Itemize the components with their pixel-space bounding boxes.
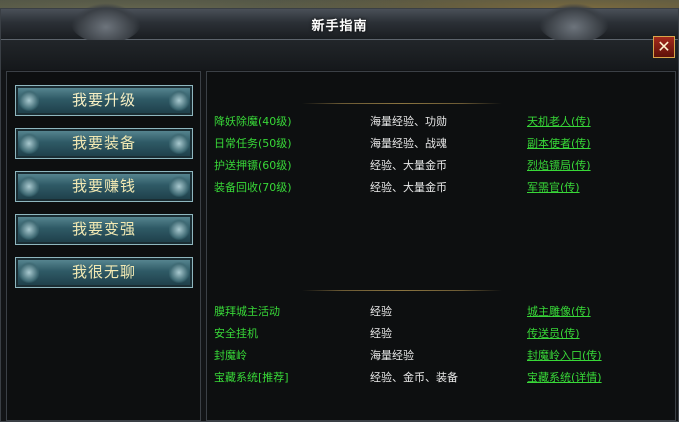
- npc-link[interactable]: 传送员(传): [527, 325, 580, 341]
- window-title: 新手指南: [311, 19, 368, 34]
- npc-link[interactable]: 封魔岭入口(传): [527, 347, 602, 363]
- activity-name: 护送押镖(60级): [214, 159, 292, 172]
- header-bar: [1, 40, 678, 70]
- activity-name: 日常任务(50级): [214, 137, 292, 150]
- npc-link[interactable]: 副本使者(传): [527, 135, 591, 151]
- list-item: 护送押镖(60级) 经验、大量金币 烈焰镖局(传): [207, 157, 677, 177]
- npc-link[interactable]: 军需官(传): [527, 179, 580, 195]
- activity-name: 安全挂机: [214, 327, 258, 340]
- content-panel: 降妖除魔(40级) 海量经验、功勋 天机老人(传) 日常任务(50级) 海量经验…: [206, 71, 676, 421]
- list-item: 封魔岭 海量经验 封魔岭入口(传): [207, 347, 677, 367]
- activity-name: 膜拜城主活动: [214, 305, 280, 318]
- menu-button-equipment[interactable]: 我要装备: [15, 128, 193, 159]
- menu-panel: 我要升级 我要装备 我要赚钱 我要变强 我很无聊: [6, 71, 201, 421]
- list-item: 装备回收(70级) 经验、大量金币 军需官(传): [207, 179, 677, 199]
- npc-link[interactable]: 天机老人(传): [527, 113, 591, 129]
- activity-reward: 经验: [370, 327, 392, 340]
- activity-name: 封魔岭: [214, 349, 247, 362]
- activity-reward: 海量经验、战魂: [370, 137, 447, 150]
- activity-reward: 海量经验、功勋: [370, 115, 447, 128]
- activity-name: 降妖除魔(40级): [214, 115, 292, 128]
- activity-reward: 经验、大量金币: [370, 181, 447, 194]
- activity-reward: 海量经验: [370, 349, 414, 362]
- section-divider: [302, 290, 502, 291]
- npc-link[interactable]: 烈焰镖局(传): [527, 157, 591, 173]
- section-divider: [302, 103, 502, 104]
- activity-reward: 经验: [370, 305, 392, 318]
- activity-reward: 经验、金币、装备: [370, 371, 458, 384]
- list-item: 降妖除魔(40级) 海量经验、功勋 天机老人(传): [207, 113, 677, 133]
- npc-link[interactable]: 宝藏系统(详情): [527, 369, 602, 385]
- list-item: 宝藏系统[推荐] 经验、金币、装备 宝藏系统(详情): [207, 369, 677, 389]
- activity-name: 装备回收(70级): [214, 181, 292, 194]
- guide-window: 新手指南 ✕ 我要升级 我要装备 我要赚钱 我要变强 我很无聊 降妖除魔(40级…: [0, 3, 679, 422]
- activity-name: 宝藏系统[推荐]: [214, 371, 289, 384]
- activity-reward: 经验、大量金币: [370, 159, 447, 172]
- menu-button-earn-money[interactable]: 我要赚钱: [15, 171, 193, 202]
- list-item: 安全挂机 经验 传送员(传): [207, 325, 677, 345]
- menu-button-bored[interactable]: 我很无聊: [15, 257, 193, 288]
- list-item: 膜拜城主活动 经验 城主雕像(传): [207, 303, 677, 323]
- menu-button-get-stronger[interactable]: 我要变强: [15, 214, 193, 245]
- menu-button-level-up[interactable]: 我要升级: [15, 85, 193, 116]
- list-item: 日常任务(50级) 海量经验、战魂 副本使者(传): [207, 135, 677, 155]
- title-bar[interactable]: 新手指南: [1, 3, 678, 43]
- close-button[interactable]: ✕: [653, 36, 675, 58]
- npc-link[interactable]: 城主雕像(传): [527, 303, 591, 319]
